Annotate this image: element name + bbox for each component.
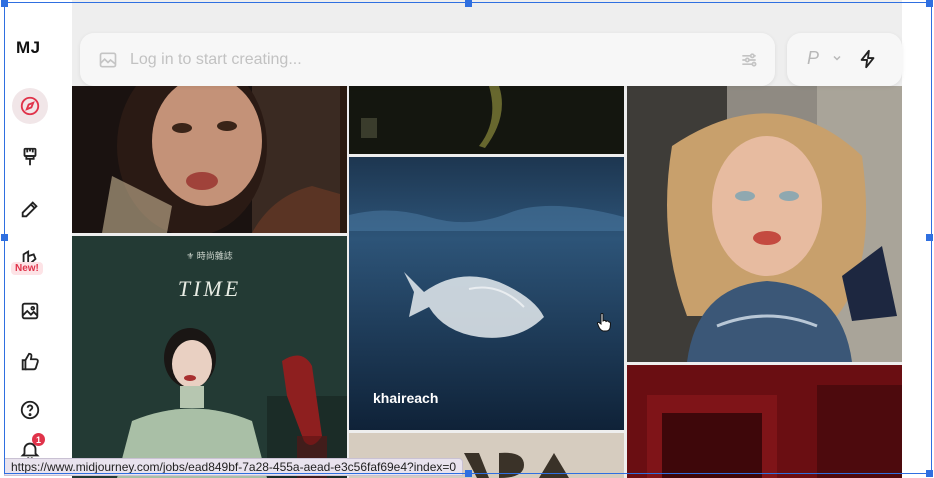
brush-icon [23, 147, 37, 166]
image-icon [21, 302, 39, 320]
resize-handle[interactable] [926, 470, 933, 477]
red-room-image [627, 365, 902, 478]
compass-icon [20, 96, 40, 116]
mode-selector: P [787, 33, 902, 86]
create-button[interactable] [12, 139, 48, 175]
dark-image [349, 86, 624, 154]
mode-selected[interactable]: P [807, 48, 819, 69]
creator-label[interactable]: khaireach [373, 390, 438, 406]
gallery-image[interactable] [349, 86, 624, 154]
help-icon [20, 400, 40, 420]
prompt-input[interactable] [130, 47, 710, 73]
portrait-image [627, 86, 902, 362]
poster-image [72, 236, 347, 478]
portrait-image [72, 86, 347, 233]
lightning-icon[interactable] [857, 48, 879, 70]
organize-button[interactable] [12, 293, 48, 329]
resize-handle[interactable] [465, 0, 472, 7]
image-upload-icon[interactable] [98, 50, 118, 70]
resize-handle[interactable] [926, 234, 933, 241]
chevron-down-icon[interactable] [832, 53, 842, 63]
hand-cursor-icon [596, 313, 612, 332]
poster-title: TIME [177, 276, 242, 301]
gallery-image[interactable]: khaireach [349, 157, 624, 430]
resize-handle[interactable] [465, 470, 472, 477]
gallery-image[interactable] [627, 365, 902, 478]
logo[interactable]: MJ [16, 38, 41, 58]
edit-button[interactable] [12, 191, 48, 227]
resize-handle[interactable] [926, 0, 933, 7]
poster-subtitle: ⚜ 時尚雜誌 [186, 251, 233, 261]
notification-count: 1 [32, 433, 45, 446]
edit-icon [21, 201, 38, 218]
gallery-image[interactable] [627, 86, 902, 362]
sidebar: MJ New! 1 [4, 0, 60, 478]
prompt-bar [80, 33, 775, 86]
help-button[interactable] [12, 392, 48, 428]
resize-handle[interactable] [1, 234, 8, 241]
gallery-image[interactable] [72, 86, 347, 233]
settings-sliders-icon[interactable] [739, 50, 759, 70]
resize-handle[interactable] [1, 0, 8, 7]
thumbs-up-icon [21, 352, 39, 371]
status-url: https://www.midjourney.com/jobs/ead849bf… [4, 458, 464, 476]
new-badge: New! [11, 262, 43, 275]
explore-button[interactable] [12, 88, 48, 124]
gallery-image[interactable]: ⚜ 時尚雜誌 TIME [72, 236, 347, 478]
rate-button[interactable] [12, 344, 48, 380]
